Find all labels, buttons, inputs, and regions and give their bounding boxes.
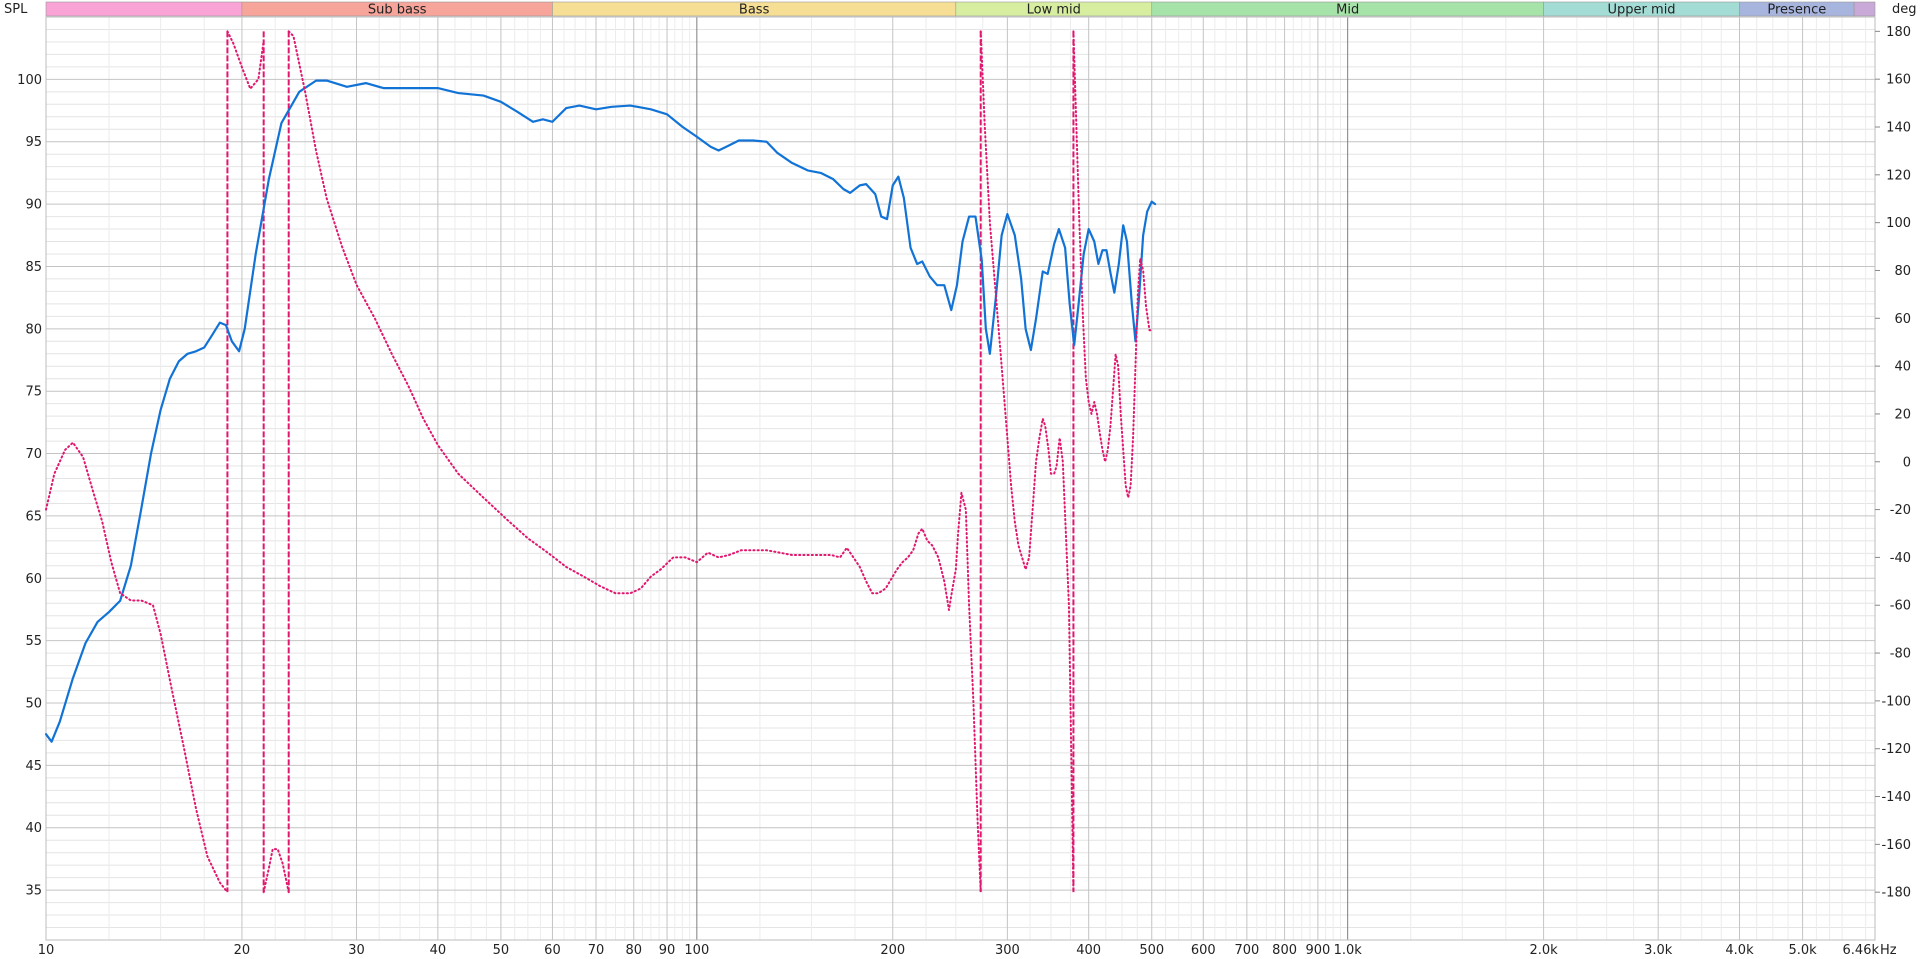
y2-tick-label: 80 xyxy=(1894,264,1911,279)
y2-tick-label: 20 xyxy=(1894,407,1911,422)
x-axis-unit-label: Hz xyxy=(1880,943,1897,958)
x-tick-label: 40 xyxy=(430,943,447,958)
x-tick-label: 80 xyxy=(625,943,642,958)
band-label-6: Presence xyxy=(1767,3,1826,18)
y2-tick-label: 60 xyxy=(1894,312,1911,327)
y2-tick-label: -140 xyxy=(1881,790,1911,805)
y2-tick-label: -40 xyxy=(1890,551,1911,566)
y2-tick-label: -100 xyxy=(1881,694,1911,709)
x-tick-label: 400 xyxy=(1076,943,1101,958)
y2-tick-label: 40 xyxy=(1894,360,1911,375)
x-tick-label: 10 xyxy=(38,943,55,958)
y-axis-label-spl: SPL xyxy=(4,2,28,17)
band-0 xyxy=(45,1,243,17)
x-tick-label: 90 xyxy=(659,943,676,958)
y2-tick-label: -160 xyxy=(1881,838,1911,853)
y2-tick-label: 0 xyxy=(1903,455,1911,470)
x-tick-label: 600 xyxy=(1191,943,1216,958)
x-tick-label: 200 xyxy=(880,943,905,958)
y-tick-label: 50 xyxy=(25,697,42,712)
y2-tick-label: 160 xyxy=(1886,73,1911,88)
band-label-3: Low mid xyxy=(1027,3,1081,18)
y-tick-label: 35 xyxy=(25,884,42,899)
y2-tick-label: 140 xyxy=(1886,120,1911,135)
x-tick-label: 2.0k xyxy=(1529,943,1558,958)
band-label-5: Upper mid xyxy=(1608,3,1676,18)
x-tick-label: 800 xyxy=(1272,943,1297,958)
x-tick-label: 20 xyxy=(234,943,251,958)
y2-tick-label: -180 xyxy=(1881,886,1911,901)
x-tick-label: 1.0k xyxy=(1334,943,1363,958)
x-tick-label: 70 xyxy=(588,943,605,958)
y-tick-label: 40 xyxy=(25,821,42,836)
y2-tick-label: 100 xyxy=(1886,216,1911,231)
frequency-bands: Sub bass Bass Low mid Mid Upper mid Presence xyxy=(45,1,1876,18)
frequency-response-chart: Sub bass Bass Low mid Mid Upper mid Presence … xyxy=(0,0,1920,959)
band-label-1: Sub bass xyxy=(368,3,427,18)
y-tick-label: 100 xyxy=(17,73,42,88)
y-tick-label: 85 xyxy=(25,260,42,275)
y2-tick-label: -20 xyxy=(1890,503,1911,518)
x-tick-label: 30 xyxy=(348,943,365,958)
y-tick-label: 80 xyxy=(25,322,42,337)
x-tick-label: 100 xyxy=(684,943,709,958)
y-tick-label: 45 xyxy=(25,759,42,774)
y2-tick-label: 180 xyxy=(1886,25,1911,40)
y-tick-label: 65 xyxy=(25,509,42,524)
y2-tick-label: -120 xyxy=(1881,742,1911,757)
x-tick-label: 900 xyxy=(1305,943,1330,958)
x-tick-label: 700 xyxy=(1234,943,1259,958)
y2-tick-label: 120 xyxy=(1886,168,1911,183)
x-tick-label: 500 xyxy=(1139,943,1164,958)
y-tick-label: 75 xyxy=(25,385,42,400)
x-tick-label: 5.0k xyxy=(1788,943,1817,958)
y-tick-label: 90 xyxy=(25,198,42,213)
y2-tick-label: -60 xyxy=(1890,599,1911,614)
y2-axis-label-deg: deg xyxy=(1892,2,1917,17)
y-tick-label: 55 xyxy=(25,634,42,649)
y-tick-label: 70 xyxy=(25,447,42,462)
y-tick-label: 60 xyxy=(25,572,42,587)
y-tick-label: 95 xyxy=(25,135,42,150)
x-tick-label: 6.46k xyxy=(1843,943,1880,958)
x-tick-label: 60 xyxy=(544,943,561,958)
x-tick-label: 3.0k xyxy=(1644,943,1673,958)
y2-tick-label: -80 xyxy=(1890,647,1911,662)
x-tick-label: 50 xyxy=(493,943,510,958)
band-label-4: Mid xyxy=(1336,3,1359,18)
band-label-2: Bass xyxy=(739,3,770,18)
band-7 xyxy=(1853,1,1876,17)
x-tick-label: 4.0k xyxy=(1725,943,1754,958)
x-tick-label: 300 xyxy=(995,943,1020,958)
